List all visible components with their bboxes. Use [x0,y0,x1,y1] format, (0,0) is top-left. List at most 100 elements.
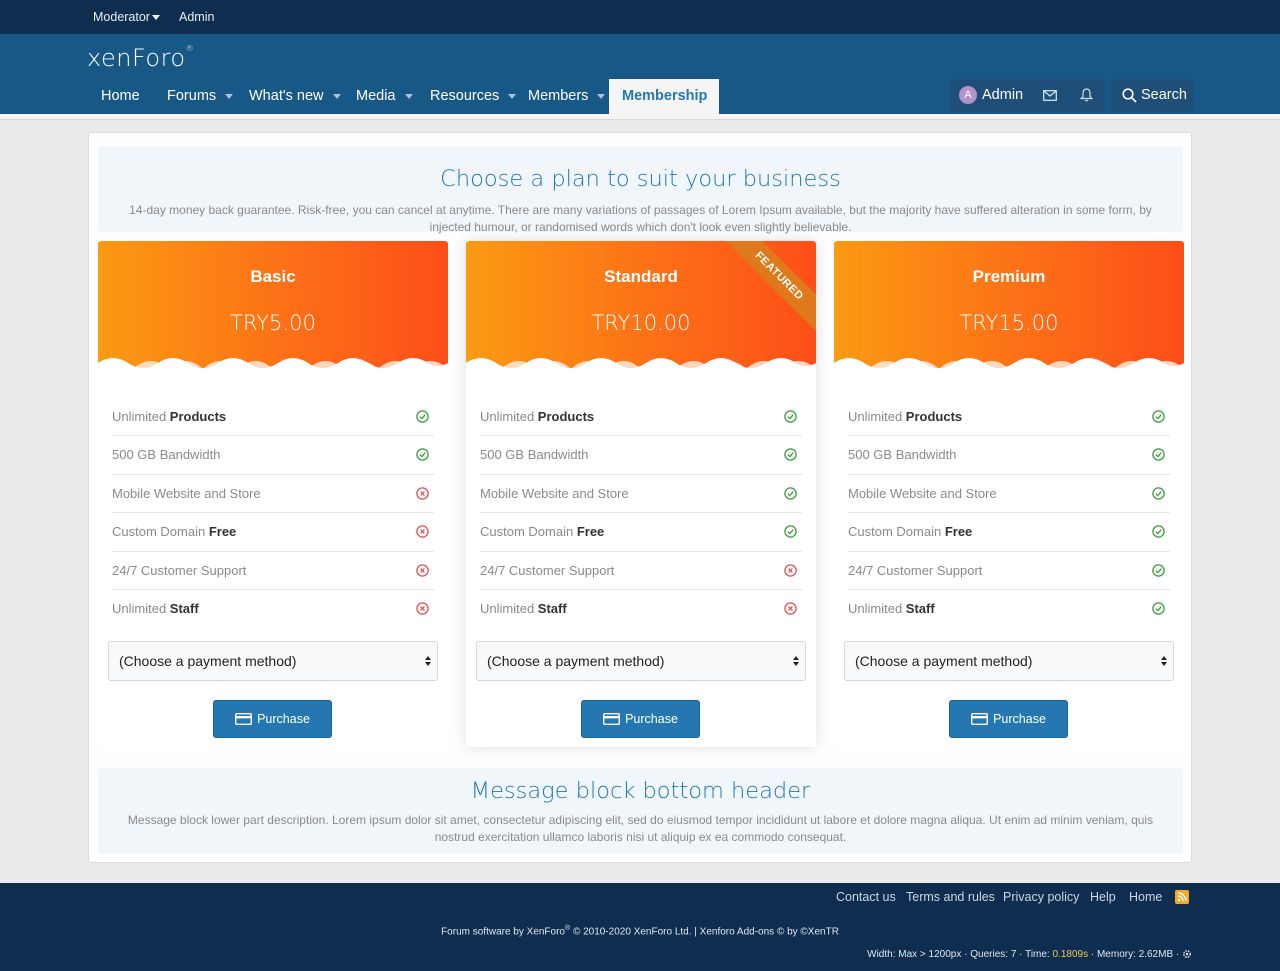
copyright-post: © 2010-2020 XenForo Ltd. | Xenforo Add-o… [570,926,839,938]
page-description: 14-day money back guarantee. Risk-free, … [129,203,1152,234]
staff-bar: Moderator Admin [0,0,1280,34]
wave-decoration [466,358,816,381]
x-circle-icon [416,602,429,615]
payment-method-select[interactable]: (Choose a payment method) [844,641,1174,681]
feature-highlight: Free [944,524,973,540]
search-button[interactable]: Search [1122,79,1187,112]
wave-decoration [834,358,1184,381]
plan-header: Premium TRY15.00 [834,241,1184,381]
subnav-strip [0,114,1280,120]
feature-row: 500 GB Bandwidth [848,436,1170,475]
feature-row: Unlimited Products [848,398,1170,437]
feature-text: Mobile Website and Store [480,485,629,501]
feature-highlight: Free [576,524,605,540]
top-message: Choose a plan to suit your business 14-d… [98,146,1183,234]
footer-links: Contact us Terms and rules Privacy polic… [836,890,1176,908]
feature-row: Mobile Website and Store [848,475,1170,514]
feature-list: Unlimited Products 500 GB Bandwidth Mobile… [480,398,802,628]
chevron-down-icon [151,15,160,21]
payment-method-select[interactable]: (Choose a payment method) [476,641,806,681]
check-circle-icon [1152,563,1165,577]
feature-row: 24/7 Customer Support [848,552,1170,590]
site-logo[interactable]: xenForo® [87,44,194,72]
gear-icon[interactable] [1182,949,1192,959]
feature-highlight: Staff [905,600,935,616]
plan-name: Basic [250,267,296,286]
feature-text: Unlimited [480,600,538,616]
plan-price: TRY10.00 [591,311,691,335]
feature-row: Custom Domain Free [848,513,1170,552]
tab-home[interactable]: Home [88,79,153,114]
tab-members[interactable]: Members [515,79,618,114]
tab-media[interactable]: Media [343,79,426,114]
x-circle-icon [416,525,429,538]
plan-header: Standard TRY10.00 FEATURED [466,241,816,381]
footer-link-home[interactable]: Home [1129,890,1162,904]
tab-members-label: Members [528,88,589,104]
check-circle-icon [784,525,797,538]
purchase-button[interactable]: Purchase [581,700,700,738]
sort-arrows-icon [1161,656,1167,666]
feature-highlight: Staff [537,600,567,616]
conversations-button[interactable] [1043,79,1057,112]
feature-text: 24/7 Customer Support [112,562,247,578]
site-footer: Contact us Terms and rules Privacy polic… [0,883,1280,971]
check-circle-icon [1152,487,1165,500]
page-title: Choose a plan to suit your business [440,166,841,192]
plan-price: TRY5.00 [230,311,316,335]
sort-arrows-icon [793,656,799,666]
feature-text: Custom Domain [848,524,945,540]
tab-membership[interactable]: Membership [609,79,719,114]
purchase-label: Purchase [993,712,1046,726]
feature-row: 24/7 Customer Support [112,552,434,590]
chevron-down-icon[interactable] [404,93,413,99]
feature-row: 500 GB Bandwidth [480,436,802,475]
payment-method-value: (Choose a payment method) [119,653,297,669]
feature-list: Unlimited Products 500 GB Bandwidth Mobile… [112,398,434,628]
rss-icon[interactable] [1175,890,1189,904]
check-circle-icon [1152,448,1165,462]
bell-icon [1079,88,1094,102]
account-menu[interactable]: A Admin [959,79,1023,112]
footer-link-terms[interactable]: Terms and rules [906,890,995,904]
check-circle-icon [1152,410,1165,423]
moderator-menu[interactable]: Moderator [93,10,160,24]
tab-forums-label: Forums [167,88,217,104]
payment-method-select[interactable]: (Choose a payment method) [108,641,438,681]
chevron-down-icon[interactable] [597,93,606,99]
feature-text: Mobile Website and Store [112,485,261,501]
feature-list: Unlimited Products 500 GB Bandwidth Mobile… [848,398,1170,628]
tab-whats-new[interactable]: What's new [236,79,354,114]
purchase-button[interactable]: Purchase [949,700,1068,738]
check-circle-icon [416,410,429,423]
footer-link-contact[interactable]: Contact us [836,890,896,904]
debug-info: Width: Max > 1200px · Queries: 7 · Time:… [867,949,1192,960]
check-circle-icon [1152,525,1165,538]
footer-link-help[interactable]: Help [1090,890,1116,904]
alerts-button[interactable] [1079,79,1094,112]
feature-highlight: Free [208,524,237,540]
tab-resources[interactable]: Resources [417,79,529,114]
tab-forums[interactable]: Forums [154,79,246,114]
membership-block: Choose a plan to suit your business 14-d… [88,132,1192,863]
plan-name: Premium [972,267,1046,286]
chevron-down-icon[interactable] [332,93,341,99]
moderator-label: Moderator [93,10,150,24]
feature-row: Unlimited Products [112,398,434,437]
feature-text: Unlimited [480,409,538,424]
purchase-button[interactable]: Purchase [213,700,332,738]
x-circle-icon [416,487,429,500]
feature-highlight: Products [905,409,963,424]
feature-row: Mobile Website and Store [112,475,434,514]
check-circle-icon [784,410,797,423]
plan-header: Basic TRY5.00 [98,241,448,381]
search-icon [1122,88,1137,103]
feature-row: 24/7 Customer Support [480,552,802,590]
feature-row: 500 GB Bandwidth [112,436,434,475]
admin-link[interactable]: Admin [179,10,214,24]
credit-card-icon [235,712,253,725]
feature-text: Custom Domain [480,524,577,540]
search-nav: Search [1111,79,1193,112]
footer-link-privacy[interactable]: Privacy policy [1003,890,1079,904]
chevron-down-icon[interactable] [225,93,234,99]
